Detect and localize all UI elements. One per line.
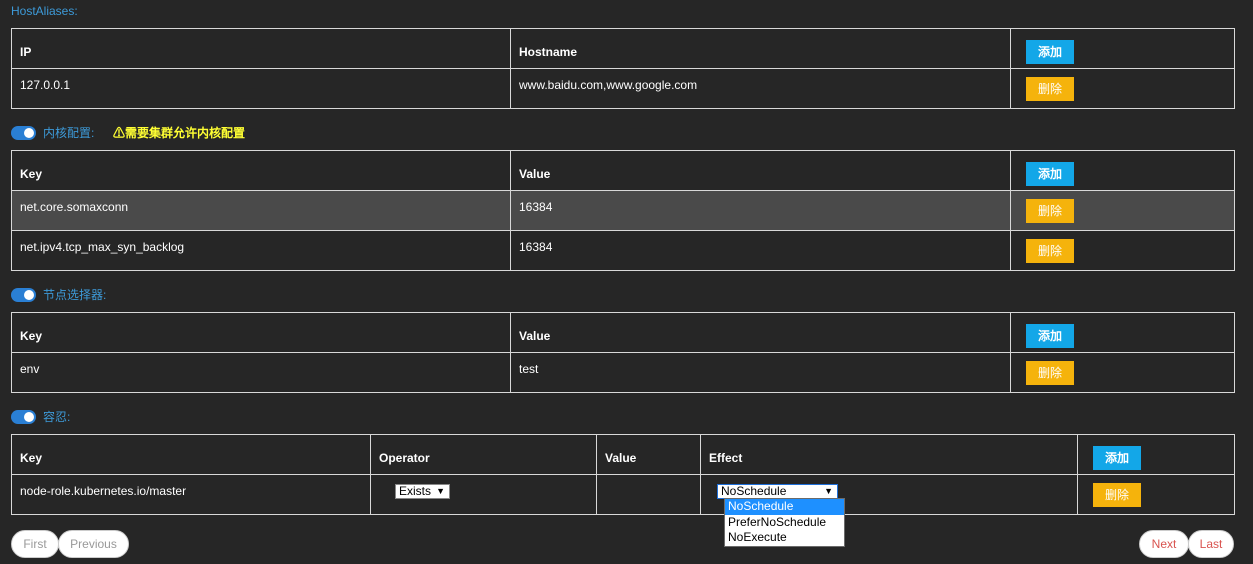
dropdown-option-noexecute[interactable]: NoExecute <box>725 530 844 546</box>
hostname-cell: www.baidu.com,www.google.com <box>510 68 1011 109</box>
dropdown-option-noschedule[interactable]: NoSchedule <box>725 499 844 515</box>
table-header-row: Key Operator Value Effect 添加 <box>11 434 1235 475</box>
column-header-effect: Effect <box>700 434 1078 475</box>
key-cell: net.core.somaxconn <box>11 190 511 231</box>
delete-cell: 删除 <box>1010 190 1235 231</box>
column-header-value: Value <box>510 150 1011 191</box>
table-row: net.ipv4.tcp_max_syn_backlog 16384 删除 <box>11 230 1235 271</box>
delete-button[interactable]: 删除 <box>1026 198 1074 223</box>
column-header-operator: Operator <box>370 434 597 475</box>
column-header-key: Key <box>11 434 371 475</box>
delete-button[interactable]: 删除 <box>1026 238 1074 263</box>
key-cell: node-role.kubernetes.io/master <box>11 474 371 515</box>
node-selector-table: Key Value 添加 env test 删除 <box>11 312 1235 393</box>
operator-select-value: Exists <box>399 484 432 498</box>
column-header-ip: IP <box>11 28 511 69</box>
tolerations-label: 容忍: <box>43 410 71 424</box>
table-row: net.core.somaxconn 16384 删除 <box>11 190 1235 231</box>
column-header-key: Key <box>11 150 511 191</box>
operator-select[interactable]: Exists ▼ <box>395 484 450 499</box>
dropdown-option-prefernoschedule[interactable]: PreferNoSchedule <box>725 515 844 531</box>
table-row: node-role.kubernetes.io/master Exists ▼ … <box>11 474 1235 515</box>
table-header-row: IP Hostname 添加 <box>11 28 1235 69</box>
add-button[interactable]: 添加 <box>1026 323 1074 348</box>
value-cell: 16384 <box>510 190 1011 231</box>
table-header-row: Key Value 添加 <box>11 312 1235 353</box>
kernel-label: 内核配置: <box>43 126 95 140</box>
delete-cell: 删除 <box>1010 352 1235 393</box>
key-cell: env <box>11 352 511 393</box>
effect-select[interactable]: NoSchedule ▼ <box>717 484 838 499</box>
value-cell <box>596 474 701 515</box>
add-button[interactable]: 添加 <box>1026 161 1074 186</box>
add-button[interactable]: 添加 <box>1026 39 1074 64</box>
table-row: 127.0.0.1 www.baidu.com,www.google.com 删… <box>11 68 1235 109</box>
table-row: env test 删除 <box>11 352 1235 393</box>
column-header-hostname: Hostname <box>510 28 1011 69</box>
delete-cell: 删除 <box>1077 474 1235 515</box>
effect-select-value: NoSchedule <box>721 484 787 498</box>
delete-button[interactable]: 删除 <box>1026 76 1074 101</box>
tolerations-table: Key Operator Value Effect 添加 node-role.k… <box>11 434 1235 515</box>
value-cell: 16384 <box>510 230 1011 271</box>
add-cell: 添加 <box>1010 312 1235 353</box>
add-button[interactable]: 添加 <box>1093 445 1141 470</box>
value-cell: test <box>510 352 1011 393</box>
last-page-button[interactable]: Last <box>1188 530 1234 558</box>
delete-cell: 删除 <box>1010 68 1235 109</box>
chevron-down-icon: ▼ <box>824 486 833 496</box>
delete-cell: 删除 <box>1010 230 1235 271</box>
host-aliases-label: HostAliases: <box>11 4 78 18</box>
tolerations-toggle[interactable] <box>11 410 36 424</box>
column-header-value: Value <box>510 312 1011 353</box>
first-page-button[interactable]: First <box>11 530 59 558</box>
column-header-value: Value <box>596 434 701 475</box>
previous-page-button[interactable]: Previous <box>58 530 129 558</box>
add-cell: 添加 <box>1010 150 1235 191</box>
host-aliases-table: IP Hostname 添加 127.0.0.1 www.baidu.com,w… <box>11 28 1235 109</box>
node-selector-toggle[interactable] <box>11 288 36 302</box>
add-cell: 添加 <box>1077 434 1235 475</box>
node-selector-label: 节点选择器: <box>43 288 107 302</box>
delete-button[interactable]: 删除 <box>1093 482 1141 507</box>
key-cell: net.ipv4.tcp_max_syn_backlog <box>11 230 511 271</box>
operator-cell: Exists ▼ <box>370 474 597 515</box>
chevron-down-icon: ▼ <box>436 486 445 496</box>
delete-button[interactable]: 删除 <box>1026 360 1074 385</box>
kernel-toggle[interactable] <box>11 126 36 140</box>
ip-cell: 127.0.0.1 <box>11 68 511 109</box>
next-page-button[interactable]: Next <box>1139 530 1189 558</box>
column-header-key: Key <box>11 312 511 353</box>
effect-dropdown-list: NoSchedule PreferNoSchedule NoExecute <box>724 498 845 547</box>
kernel-table: Key Value 添加 net.core.somaxconn 16384 删除… <box>11 150 1235 271</box>
table-header-row: Key Value 添加 <box>11 150 1235 191</box>
kernel-warning: ⚠需要集群允许内核配置 <box>113 126 246 140</box>
add-cell: 添加 <box>1010 28 1235 69</box>
